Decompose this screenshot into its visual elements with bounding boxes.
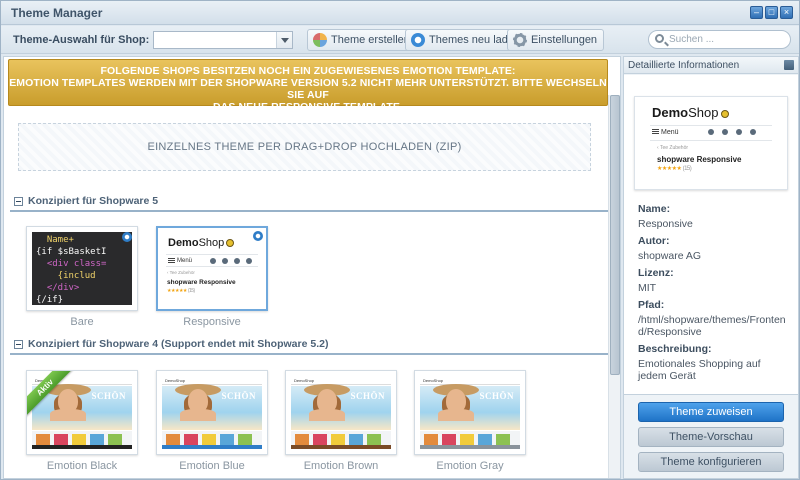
- reload-icon: [411, 33, 425, 47]
- info-name: Name: Responsive: [638, 203, 693, 230]
- alert-line-1: FOLGENDE SHOPS BESITZEN NOCH EIN ZUGEWIE…: [100, 65, 516, 77]
- theme-name: Bare: [70, 316, 94, 328]
- theme-card-emotion-blue[interactable]: DemoShop SCHÖN Emotion Blue: [156, 370, 268, 472]
- theme-card-emotion-gray[interactable]: DemoShop SCHÖN Emotion Gray: [414, 370, 526, 472]
- theme-list-panel: FOLGENDE SHOPS BESITZEN NOCH EIN ZUGEWIE…: [3, 56, 621, 479]
- hamburger-icon: [652, 129, 659, 134]
- settings-label: Einstellungen: [531, 34, 598, 46]
- shop-select-label: Theme-Auswahl für Shop:: [13, 34, 150, 46]
- preview-nav: Menü: [166, 254, 258, 267]
- theme-name: Emotion Black: [46, 460, 118, 472]
- info-description: Beschreibung: Emotionales Shopping auf j…: [638, 343, 761, 382]
- emotion-warning-alert: FOLGENDE SHOPS BESITZEN NOCH EIN ZUGEWIE…: [8, 59, 608, 113]
- theme-name: Responsive: [183, 316, 241, 328]
- close-icon[interactable]: ×: [780, 6, 793, 19]
- create-theme-icon: [313, 33, 327, 47]
- demoshop-logo: DemoShop: [652, 105, 729, 120]
- code-preview-image: Name+ {if $sBasketI <div class= {includ …: [32, 232, 132, 305]
- theme-thumbnail[interactable]: DemoShop SCHÖN: [414, 370, 526, 455]
- settings-button[interactable]: Einstellungen: [507, 29, 605, 51]
- info-license: Lizenz: MIT: [638, 267, 674, 294]
- minimize-icon[interactable]: –: [750, 6, 763, 19]
- sidebar-header: Detaillierte Informationen: [624, 57, 798, 74]
- section-title: Konzipiert für Shopware 4 (Support endet…: [28, 338, 329, 350]
- search-input[interactable]: Suchen ...: [648, 30, 791, 49]
- preview-product-name: shopware Responsive: [657, 155, 742, 164]
- theme-card-bare[interactable]: Name+ {if $sBasketI <div class= {includ …: [26, 226, 138, 328]
- theme-card-emotion-brown[interactable]: DemoShop SCHÖN Emotion Brown: [285, 370, 397, 472]
- preview-rating: ★★★★★ (15): [657, 166, 692, 172]
- emotion-preview-image: DemoShop SCHÖN: [162, 376, 262, 449]
- section-shopware5[interactable]: Konzipiert für Shopware 5: [10, 194, 608, 212]
- gear-icon[interactable]: [253, 231, 263, 241]
- collapse-icon[interactable]: [14, 197, 23, 206]
- theme-thumbnail[interactable]: DemoShop SCHÖN: [156, 370, 268, 455]
- shop-select[interactable]: [153, 31, 293, 49]
- responsive-preview-image: DemoShop Menü ‹ Tee Zubehör shopware Res…: [163, 233, 261, 304]
- theme-name: Emotion Brown: [303, 460, 379, 472]
- search-icon: [655, 34, 664, 43]
- preview-rating: ★★★★★ (15): [167, 288, 195, 294]
- assign-theme-button[interactable]: Theme zuweisen: [638, 402, 784, 422]
- title-bar[interactable]: Theme Manager – □ ×: [1, 1, 799, 25]
- emotion-preview-image: DemoShop SCHÖN: [420, 376, 520, 449]
- upload-label: EINZELNES THEME PER DRAG+DROP HOCHLADEN …: [147, 141, 462, 153]
- configure-theme-button[interactable]: Theme konfigurieren: [638, 452, 784, 472]
- theme-card-emotion-black[interactable]: DemoShop SCHÖN Aktiv Emotion Black: [26, 370, 138, 472]
- theme-name: Emotion Gray: [436, 460, 504, 472]
- preview-breadcrumb: ‹ Tee Zubehör: [657, 145, 689, 151]
- theme-card-responsive[interactable]: DemoShop Menü ‹ Tee Zubehör shopware Res…: [156, 226, 268, 328]
- sidebar-title: Detaillierte Informationen: [628, 60, 740, 71]
- preview-product-name: shopware Responsive: [167, 279, 236, 286]
- hamburger-icon: [168, 258, 175, 263]
- window-title: Theme Manager: [11, 6, 103, 20]
- search-placeholder: Suchen ...: [669, 34, 715, 45]
- window-controls: – □ ×: [750, 6, 793, 19]
- create-theme-button[interactable]: Theme erstellen: [307, 29, 417, 51]
- sidebar-info-panel: DemoShop Menü ‹ Tee Zubehör shopware Res…: [624, 75, 798, 395]
- theme-thumbnail[interactable]: DemoShop SCHÖN Aktiv: [26, 370, 138, 455]
- create-theme-label: Theme erstellen: [331, 34, 410, 46]
- gear-icon: [513, 33, 527, 47]
- scrollbar[interactable]: [608, 95, 620, 478]
- maximize-icon[interactable]: □: [765, 6, 778, 19]
- theme-manager-window: Theme Manager – □ × Theme-Auswahl für Sh…: [0, 0, 800, 480]
- theme-thumbnail[interactable]: DemoShop SCHÖN: [285, 370, 397, 455]
- selected-theme-preview: DemoShop Menü ‹ Tee Zubehör shopware Res…: [634, 96, 788, 190]
- info-author: Autor: shopware AG: [638, 235, 702, 262]
- chevron-down-icon[interactable]: [276, 32, 292, 48]
- collapse-icon[interactable]: [14, 340, 23, 349]
- drag-drop-upload-zone[interactable]: EINZELNES THEME PER DRAG+DROP HOCHLADEN …: [18, 123, 591, 171]
- theme-preview-button[interactable]: Theme-Vorschau: [638, 427, 784, 447]
- theme-name: Emotion Blue: [179, 460, 245, 472]
- info-path: Pfad: /html/shopware/themes/Frontend/Res…: [638, 299, 786, 338]
- toolbar: Theme-Auswahl für Shop: Theme erstellen …: [1, 26, 799, 54]
- detail-sidebar: Detaillierte Informationen DemoShop Menü…: [623, 56, 799, 479]
- emotion-preview-image: DemoShop SCHÖN: [291, 376, 391, 449]
- alert-line-2: EMOTION TEMPLATES WERDEN MIT DER SHOPWAR…: [9, 77, 607, 101]
- demoshop-logo: DemoShop: [168, 237, 235, 249]
- scrollbar-thumb[interactable]: [610, 95, 620, 375]
- preview-nav: Menü: [650, 125, 772, 141]
- theme-thumbnail[interactable]: Name+ {if $sBasketI <div class= {includ …: [26, 226, 138, 311]
- alert-line-3: DAS NEUE RESPONSIVE TEMPLATE.: [213, 101, 403, 113]
- theme-thumbnail[interactable]: DemoShop Menü ‹ Tee Zubehör shopware Res…: [156, 226, 268, 311]
- preview-breadcrumb: ‹ Tee Zubehör: [167, 270, 195, 275]
- gear-icon[interactable]: [122, 232, 132, 242]
- section-shopware4[interactable]: Konzipiert für Shopware 4 (Support endet…: [10, 337, 608, 355]
- collapse-panel-icon[interactable]: [784, 60, 794, 70]
- section-title: Konzipiert für Shopware 5: [28, 195, 159, 207]
